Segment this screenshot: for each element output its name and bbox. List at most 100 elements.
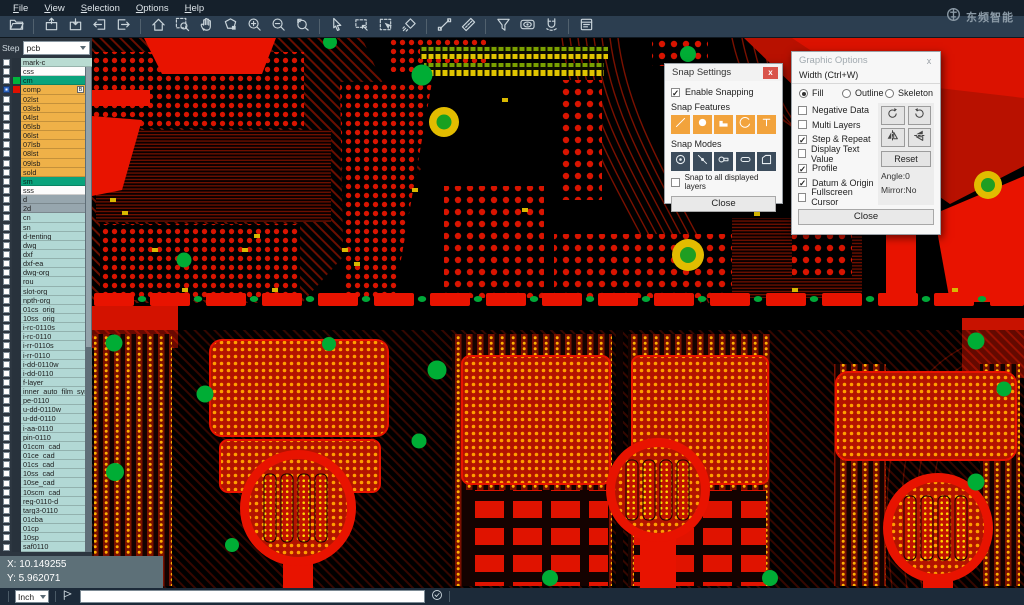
layer-color-swatch[interactable] <box>12 515 21 524</box>
checkbox-multi-layers[interactable]: Multi Layers <box>798 118 874 133</box>
layer-visibility-checkbox[interactable] <box>0 277 12 286</box>
layer-row-05lsb[interactable]: 05lsb <box>0 122 92 131</box>
close-icon[interactable]: x <box>763 67 778 79</box>
layer-visibility-checkbox[interactable] <box>0 351 12 360</box>
layer-color-swatch[interactable] <box>12 497 21 506</box>
layer-row-10ss_cad[interactable]: 10ss_cad <box>0 469 92 478</box>
layer-row-06lst[interactable]: 06lst <box>0 131 92 140</box>
layer-visibility-checkbox[interactable] <box>0 259 12 268</box>
radio-dot[interactable] <box>842 89 851 98</box>
layer-visibility-checkbox[interactable] <box>0 341 12 350</box>
snap-corner-button[interactable] <box>757 152 776 171</box>
radio-skeleton[interactable]: Skeleton <box>885 88 933 98</box>
layer-row-10se_cad[interactable]: 10se_cad <box>0 478 92 487</box>
layer-visibility-checkbox[interactable] <box>0 213 12 222</box>
layer-color-swatch[interactable] <box>12 524 21 533</box>
layer-visibility-checkbox[interactable] <box>0 332 12 341</box>
tool-notes-button[interactable] <box>574 17 598 37</box>
layer-row-dwg-org[interactable]: dwg-org <box>0 268 92 277</box>
tool-export-button[interactable] <box>111 17 135 37</box>
layer-visibility-checkbox[interactable] <box>0 469 12 478</box>
layer-color-swatch[interactable] <box>12 287 21 296</box>
snap-all-layers-checkbox[interactable]: Snap to all displayed layers <box>671 173 776 191</box>
radio-outline[interactable]: Outline <box>842 88 885 98</box>
layer-color-swatch[interactable] <box>12 396 21 405</box>
snap-point-button[interactable] <box>693 152 712 171</box>
layer-color-swatch[interactable] <box>12 168 21 177</box>
layer-visibility-checkbox[interactable] <box>0 85 12 94</box>
tool-zoom-area-button[interactable] <box>170 17 194 37</box>
snap-close-button[interactable]: Close <box>671 196 776 212</box>
close-icon[interactable]: x <box>922 56 936 66</box>
layer-row-sss[interactable]: sss <box>0 186 92 195</box>
layer-row-f-layer[interactable]: f-layer <box>0 378 92 387</box>
layer-row-reg-0110-d[interactable]: reg-0110-d <box>0 497 92 506</box>
layer-color-swatch[interactable] <box>12 442 21 451</box>
radio-fill[interactable]: Fill <box>799 88 842 98</box>
layer-row-01cs_cad[interactable]: 01cs_cad <box>0 460 92 469</box>
layer-color-swatch[interactable] <box>12 149 21 158</box>
layer-color-swatch[interactable] <box>12 305 21 314</box>
graphic-close-button[interactable]: Close <box>798 209 934 225</box>
layer-visibility-checkbox[interactable] <box>0 67 12 76</box>
layer-color-swatch[interactable] <box>12 113 21 122</box>
checkbox-box[interactable] <box>798 193 806 202</box>
layer-color-swatch[interactable] <box>12 323 21 332</box>
tool-magnet-button[interactable] <box>539 17 563 37</box>
layer-row-rou[interactable]: rou <box>0 277 92 286</box>
tool-zoom-back-button[interactable] <box>290 17 314 37</box>
menu-view[interactable]: View <box>37 2 71 15</box>
layer-row-i-dd-0110w[interactable]: i-dd-0110w <box>0 360 92 369</box>
layer-visibility-checkbox[interactable] <box>0 268 12 277</box>
layer-row-sm[interactable]: sm <box>0 177 92 186</box>
layer-row-pe-0110[interactable]: pe-0110 <box>0 396 92 405</box>
layer-color-swatch[interactable] <box>12 104 21 113</box>
layer-color-swatch[interactable] <box>12 277 21 286</box>
tool-brush-button[interactable] <box>397 17 421 37</box>
layer-row-i-rc-0110s[interactable]: i-rc-0110s <box>0 323 92 332</box>
layer-row-01ccm_cad[interactable]: 01ccm_cad <box>0 442 92 451</box>
layer-color-swatch[interactable] <box>12 314 21 323</box>
layer-row-10scm_cad[interactable]: 10scm_cad <box>0 488 92 497</box>
layer-scrollbar[interactable] <box>85 67 92 551</box>
enable-snapping-checkbox[interactable]: ✓ Enable Snapping <box>671 87 776 97</box>
checkbox-display-text-value[interactable]: Display Text Value <box>798 147 874 162</box>
snap-pad-button[interactable] <box>714 115 733 134</box>
layer-visibility-checkbox[interactable] <box>0 113 12 122</box>
layer-color-swatch[interactable] <box>12 259 21 268</box>
menu-file[interactable]: File <box>6 2 35 15</box>
layer-color-swatch[interactable] <box>12 223 21 232</box>
layer-color-swatch[interactable] <box>12 195 21 204</box>
layer-visibility-checkbox[interactable] <box>0 305 12 314</box>
apply-circle-icon[interactable] <box>431 588 443 605</box>
layer-visibility-checkbox[interactable] <box>0 168 12 177</box>
checkbox-box[interactable] <box>798 106 807 115</box>
menu-help[interactable]: Help <box>178 2 212 15</box>
layer-color-swatch[interactable] <box>12 387 21 396</box>
scrollbar-thumb[interactable] <box>86 67 91 347</box>
layer-row-u-dd-0110[interactable]: u-dd-0110 <box>0 414 92 423</box>
tool-zoom-poly-button[interactable] <box>218 17 242 37</box>
snap-center-button[interactable] <box>671 152 690 171</box>
layer-visibility-checkbox[interactable] <box>0 506 12 515</box>
radio-dot[interactable] <box>799 89 808 98</box>
layer-color-swatch[interactable] <box>12 451 21 460</box>
snap-text-button[interactable] <box>757 115 776 134</box>
layer-color-swatch[interactable] <box>12 405 21 414</box>
layer-color-swatch[interactable] <box>12 332 21 341</box>
layer-row-mark-c[interactable]: mark-c <box>0 58 92 67</box>
layer-row-d[interactable]: d <box>0 195 92 204</box>
layer-row-saf0110[interactable]: saf0110 <box>0 542 92 551</box>
layer-visibility-checkbox[interactable] <box>0 442 12 451</box>
snap-arc-button[interactable] <box>736 115 755 134</box>
layer-row-pin-0110[interactable]: pin-0110 <box>0 433 92 442</box>
layer-color-swatch[interactable] <box>12 533 21 542</box>
layer-visibility-checkbox[interactable] <box>0 232 12 241</box>
layer-visibility-checkbox[interactable] <box>0 296 12 305</box>
layer-row-sold[interactable]: sold <box>0 168 92 177</box>
layer-row-npth-org[interactable]: npth-org <box>0 296 92 305</box>
rotate-cw-button[interactable] <box>881 106 905 125</box>
layer-color-swatch[interactable] <box>12 433 21 442</box>
layer-visibility-checkbox[interactable] <box>0 387 12 396</box>
tool-view-eye-button[interactable] <box>515 17 539 37</box>
